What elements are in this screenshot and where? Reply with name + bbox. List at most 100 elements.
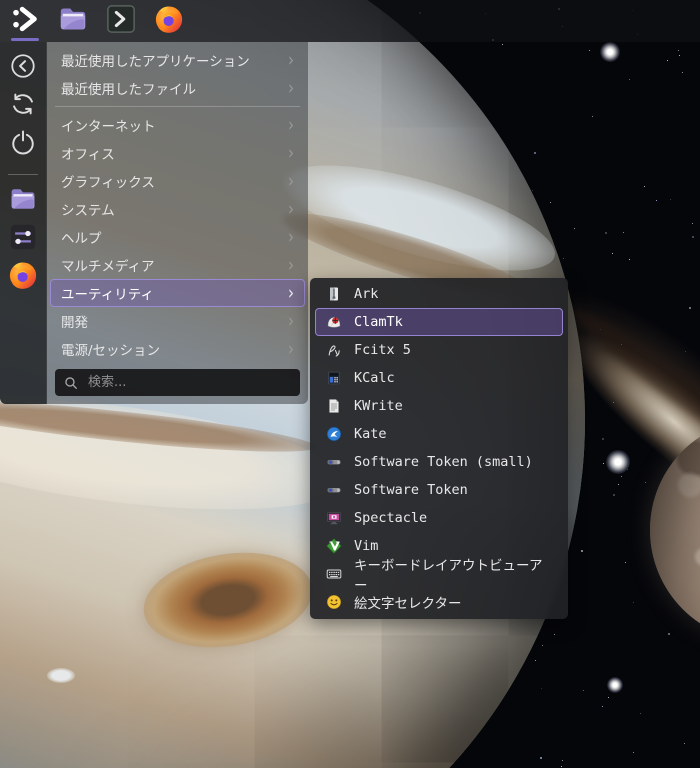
- menu-item-label: グラフィックス: [61, 175, 155, 191]
- submenu-item-fcitx5[interactable]: Fcitx 5: [315, 336, 563, 364]
- star: [542, 645, 543, 646]
- menu-item-graphics[interactable]: グラフィックス ›: [50, 167, 305, 195]
- sidebar-item-settings[interactable]: [8, 223, 38, 255]
- great-red-spot: [136, 541, 320, 659]
- firefox-icon: [8, 260, 38, 294]
- star: [550, 202, 551, 203]
- settings-sliders-icon: [9, 223, 37, 255]
- emoji-icon: [326, 594, 342, 610]
- star: [629, 79, 630, 80]
- sidebar-item-back[interactable]: [8, 54, 38, 82]
- chevron-right-icon: ›: [288, 281, 294, 304]
- chevron-right-icon: ›: [288, 48, 294, 71]
- menu-separator: [55, 106, 300, 107]
- sidebar-item-power[interactable]: [8, 130, 38, 158]
- star: [535, 660, 536, 661]
- calculator-icon: [326, 370, 342, 386]
- star: [670, 199, 671, 200]
- screenshot-icon: [326, 510, 342, 526]
- menu-item-label: インターネット: [61, 119, 156, 135]
- taskbar-item-file-manager[interactable]: [56, 4, 90, 38]
- menu-item-label: 最近使用したファイル: [61, 82, 196, 98]
- menu-item-office[interactable]: オフィス ›: [50, 139, 305, 167]
- app-menu-popup: 最近使用したアプリケーション › 最近使用したファイル › インターネット › オフィス › グ…: [0, 42, 308, 404]
- app-menu-sidebar: [0, 42, 47, 404]
- star: [502, 44, 503, 45]
- star: [562, 760, 563, 761]
- submenu-item-label: Software Token: [354, 482, 468, 498]
- star: [581, 550, 583, 552]
- submenu-item-software-token[interactable]: Software Token: [315, 476, 563, 504]
- chevron-right-icon: ›: [288, 113, 294, 136]
- star: [608, 697, 609, 698]
- sidebar-separator: [8, 174, 38, 175]
- token-icon: [326, 454, 342, 470]
- search-box[interactable]: [55, 369, 300, 396]
- firefox-icon: [154, 4, 184, 38]
- taskbar-item-app-launcher[interactable]: [8, 4, 42, 41]
- taskbar-item-firefox[interactable]: [152, 4, 186, 38]
- chevron-right-icon: ›: [288, 337, 294, 360]
- star: [532, 190, 533, 191]
- menu-item-internet[interactable]: インターネット ›: [50, 111, 305, 139]
- menu-item-power-session[interactable]: 電源/セッション ›: [50, 335, 305, 363]
- submenu-item-kcalc[interactable]: KCalc: [315, 364, 563, 392]
- menu-item-multimedia[interactable]: マルチメディア ›: [50, 251, 305, 279]
- star: [613, 494, 615, 496]
- app-launcher-icon: [10, 4, 40, 38]
- star: [633, 752, 634, 753]
- menu-item-utilities[interactable]: ユーティリティ ›: [50, 279, 305, 307]
- submenu-item-label: キーボードレイアウトビューアー: [354, 558, 543, 594]
- submenu-item-clamtk[interactable]: ClamTk: [315, 308, 563, 336]
- star: [589, 50, 590, 51]
- sidebar-item-firefox[interactable]: [8, 260, 38, 294]
- power-icon: [10, 129, 36, 159]
- submenu-item-kwrite[interactable]: KWrite: [315, 392, 563, 420]
- fcitx-icon: [326, 342, 342, 358]
- submenu-item-label: Kate: [354, 426, 387, 442]
- submenu-item-spectacle[interactable]: Spectacle: [315, 504, 563, 532]
- menu-item-system[interactable]: システム ›: [50, 195, 305, 223]
- search-input[interactable]: [86, 374, 292, 391]
- star: [679, 55, 680, 56]
- taskbar-item-terminal[interactable]: [104, 4, 138, 38]
- star: [561, 766, 562, 767]
- refresh-icon: [10, 91, 36, 121]
- menu-item-label: システム: [61, 203, 115, 219]
- menu-item-label: 電源/セッション: [61, 343, 161, 359]
- menu-item-label: 最近使用したアプリケーション: [61, 54, 250, 70]
- keyboard-icon: [326, 566, 342, 582]
- star: [623, 232, 624, 233]
- menu-item-help[interactable]: ヘルプ ›: [50, 223, 305, 251]
- star: [540, 757, 542, 759]
- star: [534, 152, 536, 154]
- star: [684, 743, 685, 744]
- star: [563, 258, 564, 259]
- star: [592, 116, 593, 117]
- submenu-item-ark[interactable]: Ark: [315, 280, 563, 308]
- submenu-item-label: ClamTk: [354, 314, 403, 330]
- bright-star: [600, 42, 620, 62]
- star: [633, 602, 634, 603]
- sidebar-item-refresh[interactable]: [8, 92, 38, 120]
- vim-icon: [326, 538, 342, 554]
- folder-icon: [9, 185, 37, 217]
- file-manager-icon: [58, 4, 88, 38]
- menu-item-recent-apps[interactable]: 最近使用したアプリケーション ›: [50, 46, 305, 74]
- submenu-item-keyboard-layout-viewer[interactable]: キーボードレイアウトビューアー: [315, 558, 563, 594]
- submenu-item-kate[interactable]: Kate: [315, 420, 563, 448]
- star: [554, 634, 555, 635]
- star: [644, 186, 645, 187]
- sidebar-item-file-manager[interactable]: [8, 187, 38, 215]
- archive-icon: [326, 286, 342, 302]
- menu-item-label: オフィス: [61, 147, 115, 163]
- menu-item-label: ヘルプ: [61, 231, 102, 247]
- submenu-item-label: Vim: [354, 538, 379, 554]
- app-menu-categories: 最近使用したアプリケーション › 最近使用したファイル › インターネット › オフィス › グ…: [47, 42, 308, 404]
- star: [678, 50, 679, 51]
- submenu-item-software-token-small[interactable]: Software Token (small): [315, 448, 563, 476]
- star: [574, 228, 575, 229]
- menu-item-recent-files[interactable]: 最近使用したファイル ›: [50, 74, 305, 102]
- menu-item-development[interactable]: 開発 ›: [50, 307, 305, 335]
- token-icon: [326, 482, 342, 498]
